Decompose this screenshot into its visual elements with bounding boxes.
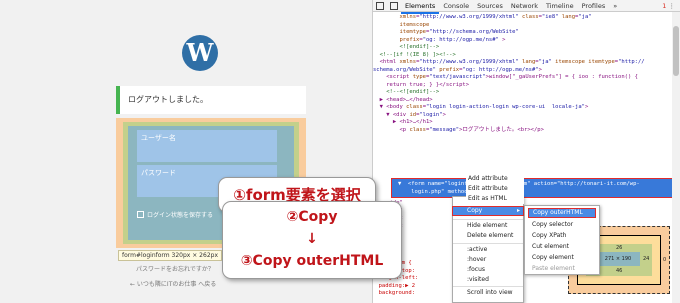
callout-copy-steps: ②Copy ↓ ③Copy outerHTML [222, 201, 402, 279]
tab-elements[interactable]: Elements [401, 0, 440, 14]
devtools-menu-icon[interactable]: 1 ⋮ [662, 0, 675, 12]
error-count-badge[interactable]: 1 [662, 2, 666, 10]
tab-profiles[interactable]: Profiles [578, 0, 610, 12]
menu-item-focus[interactable]: :focus [467, 266, 485, 273]
more-tabs-button[interactable]: » [609, 0, 621, 12]
margin-right-value: 0 [663, 257, 667, 263]
padding-top-value: 26 [616, 245, 623, 251]
devtools-toolbar: Elements Console Sources Network Timeline Pro… [373, 0, 680, 14]
devtools-scrollbar[interactable] [672, 12, 680, 303]
menu-item-scroll-into-view[interactable]: Scroll into view [467, 289, 513, 296]
dom-tree: xmlns="http://www.w3.org/1999/xhtml" cla… [373, 14, 645, 133]
back-to-site-link[interactable]: ← いつも隣にITのお仕事 へ戻る [130, 279, 216, 288]
down-arrow-icon: ↓ [306, 231, 318, 247]
menu-separator [453, 286, 523, 287]
menu-item-visited[interactable]: :visited [467, 276, 489, 283]
menu-item-hide-element[interactable]: Hide element [467, 222, 507, 229]
menu-item-delete-element[interactable]: Delete element [467, 232, 513, 239]
scrollbar-thumb[interactable] [673, 26, 679, 76]
context-menu-top: Add attribute Edit attribute Edit as HTM… [466, 174, 524, 204]
style-line: background: [372, 290, 416, 296]
menu-item-copy-element[interactable]: Copy element [532, 254, 574, 261]
box-model-content: 271 × 190 [596, 252, 640, 266]
username-field[interactable]: ユーザー名 [137, 130, 277, 162]
padding-right-value: 24 [643, 256, 650, 262]
callout-step-copy: ②Copy [286, 209, 338, 225]
copy-outerhtml-label: Copy outerHTML [533, 209, 583, 216]
username-label: ユーザー名 [141, 134, 176, 142]
menu-item-cut-element[interactable]: Cut element [532, 243, 569, 250]
copy-label: Copy [467, 207, 483, 214]
logout-notice: ログアウトしました。 [116, 86, 306, 114]
copy-submenu: Copy outerHTML Copy selector Copy XPath … [524, 205, 600, 275]
password-label: パスワード [141, 169, 176, 177]
menu-item-add-attribute[interactable]: Add attribute [468, 174, 524, 184]
element-size-tooltip: form#loginform 320px × 262px [118, 250, 222, 261]
menu-item-edit-attribute[interactable]: Edit attribute [468, 184, 524, 194]
menu-item-paste-element: Paste element [532, 265, 575, 272]
menu-item-copy-xpath[interactable]: Copy XPath [532, 232, 566, 239]
context-menu: Add attribute Copy ▸ Hide element Delete … [452, 177, 524, 303]
menu-item-active[interactable]: :active [467, 246, 487, 253]
callout-step-copy-outerhtml: ③Copy outerHTML [240, 253, 384, 269]
menu-item-copy-outerhtml[interactable]: Copy outerHTML [528, 208, 596, 218]
menu-item-edit-as-html[interactable]: Edit as HTML [468, 194, 524, 204]
device-mode-icon[interactable] [390, 2, 398, 10]
menu-separator [453, 243, 523, 244]
submenu-arrow-icon: ▸ [516, 207, 520, 214]
tab-console[interactable]: Console [439, 0, 473, 12]
padding-bottom-value: 46 [616, 268, 623, 274]
tab-timeline[interactable]: Timeline [542, 0, 578, 12]
wordpress-logo[interactable]: W [182, 35, 218, 71]
lost-password-link[interactable]: パスワードをお忘れですか？ [136, 264, 214, 273]
remember-label: ログイン状態を保存する [147, 212, 214, 219]
style-line: padding:▶ 2 [372, 282, 416, 289]
tab-network[interactable]: Network [507, 0, 542, 12]
menu-item-copy[interactable]: Copy ▸ [452, 206, 524, 216]
menu-item-copy-selector[interactable]: Copy selector [532, 221, 573, 228]
remember-me-checkbox[interactable]: ログイン状態を保存する [137, 210, 213, 219]
inspect-icon[interactable] [376, 2, 384, 10]
checkbox-icon[interactable] [137, 211, 144, 218]
kebab-icon[interactable]: ⋮ [669, 2, 676, 10]
tab-sources[interactable]: Sources [473, 0, 507, 12]
menu-item-hover[interactable]: :hover [467, 256, 486, 263]
selected-form-node[interactable]: ▼ <form name="loginform" id="loginform" … [391, 178, 680, 198]
menu-separator [453, 219, 523, 220]
